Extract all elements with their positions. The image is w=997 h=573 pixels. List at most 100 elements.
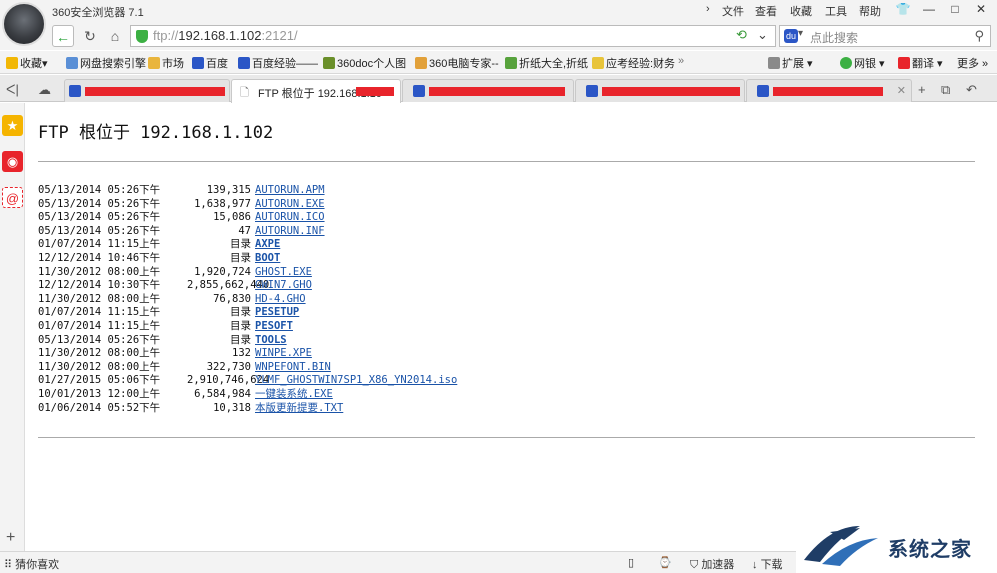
list-item: 01/06/2014 05:52下午 10,318 本版更新提要.TXT [38,402,457,416]
page-content: FTP 根位于 192.168.1.102 05/13/2014 05:26下午… [26,103,997,551]
more-button[interactable]: 更多 » [957,55,988,71]
skin-shirt-icon[interactable]: 👕 [890,0,916,18]
search-engine-dropdown-icon[interactable]: ▾ [798,28,803,39]
bookmark-netdisk-search[interactable]: 网盘搜索引擎 [66,55,146,71]
list-item: 11/30/2012 08:00上午 132 WINPE.XPE [38,347,457,361]
folder-link[interactable]: PESETUP [255,306,299,320]
search-box[interactable]: du ▾ 点此搜索 ⚲ [779,25,991,47]
tab-1[interactable] [64,79,230,102]
search-icon[interactable]: ⚲ [974,28,984,44]
folder-link[interactable]: TOOLS [255,334,287,348]
close-icon[interactable]: ✕ [968,0,994,18]
translate-button[interactable]: 翻译 ▾ [898,55,943,71]
bookmark-market[interactable]: 市场 [148,55,184,71]
list-item: 01/07/2014 11:15上午 目录 AXPE [38,238,457,252]
bookmark-baidu-jingyan[interactable]: 百度经验—— [238,55,318,71]
menu-help[interactable]: 帮助 [859,3,881,19]
bookmarks-overflow-icon[interactable]: » [678,55,684,67]
clock-icon[interactable]: ⌚ [658,556,672,569]
bookmark-baidu[interactable]: 百度 [192,55,228,71]
baidu-paw-icon[interactable]: du [784,29,798,43]
tab-4[interactable] [575,79,745,102]
undo-close-icon[interactable]: ↶ [966,82,977,98]
menu-tools[interactable]: 工具 [825,3,847,19]
online-banking-button[interactable]: 网银 ▾ [840,55,885,71]
refresh-icon[interactable]: ↻ [79,25,101,47]
file-link[interactable]: WINPE.XPE [255,347,312,361]
email-at-icon[interactable]: @ [2,187,23,208]
list-item: 01/07/2014 11:15上午 目录 PESOFT [38,320,457,334]
folder-link[interactable]: PESOFT [255,320,293,334]
file-link[interactable]: AUTORUN.APM [255,184,325,198]
tab-5[interactable]: ✕ [746,79,912,102]
menu-file[interactable]: 文件 [722,3,744,19]
sidebar-add-icon[interactable]: + [6,529,15,547]
url-port: :2121/ [261,28,298,43]
tab-ftp-active[interactable]: 🗋 FTP 根位于 192.168.1.10 [231,79,401,103]
puzzle-icon [768,57,780,69]
grid-icon [505,57,517,69]
bookmark-360doc[interactable]: 360doc个人图 [323,55,406,71]
url-text[interactable]: ftp://192.168.1.102:2121/ [153,28,298,43]
search-input[interactable]: 点此搜索 [810,29,858,46]
extensions-button[interactable]: 扩展 ▾ [768,55,813,71]
file-link[interactable]: AUTORUN.EXE [255,198,325,212]
home-icon[interactable]: ⌂ [104,25,126,47]
entry-dir-label: 目录 [230,333,251,346]
folder-link[interactable]: BOOT [255,252,280,266]
chevron-down-icon[interactable]: ⌄ [757,27,768,43]
divider [38,161,975,162]
folder-icon [148,57,160,69]
list-item: 01/07/2014 11:15上午 目录 PESETUP [38,306,457,320]
bookmark-favorites[interactable]: 收藏▾ [6,55,48,71]
download-button[interactable]: ↓ 下载 [752,556,783,572]
minimize-icon[interactable]: — [916,0,942,18]
file-link[interactable]: AUTORUN.ICO [255,211,325,225]
new-tab-icon[interactable]: + [918,82,926,97]
close-tab-icon[interactable]: ✕ [897,84,906,97]
translate-icon [898,57,910,69]
file-link[interactable]: WNPEFONT.BIN [255,361,331,375]
favorites-star-icon[interactable]: ★ [2,115,23,136]
weibo-icon[interactable]: ◉ [2,151,23,172]
bookmark-origami[interactable]: 折纸大全,折纸 [505,55,588,71]
list-item: 10/01/2013 12:00上午 6,584,984 一键装系统.EXE [38,388,457,402]
file-link[interactable]: AUTORUN.INF [255,225,325,239]
mobile-icon[interactable]: ▯ [628,556,634,569]
file-link[interactable]: YLMF_GHOSTWIN7SP1_X86_YN2014.iso [255,374,457,388]
entry-date: 11/30/2012 08:00上午 [38,292,161,305]
file-link[interactable]: 一键装系统.EXE [255,388,333,402]
file-link[interactable]: GWIN7.GHO [255,279,312,293]
menu-favorites[interactable]: 收藏 [790,3,812,19]
entry-dir-label: 目录 [230,238,251,251]
compat-mode-icon[interactable]: ⟲ [736,27,747,43]
app-title: 360安全浏览器 7.1 [52,7,144,19]
file-link[interactable]: HD-4.GHO [255,293,306,307]
watermark-text: 系统之家 [888,539,972,561]
bookmark-exam-finance[interactable]: 应考经验:财务 [592,55,675,71]
user-avatar[interactable] [2,2,46,46]
address-bar[interactable]: ftp://192.168.1.102:2121/ ⟲ ⌄ [130,25,776,47]
status-recommend[interactable]: ⠿ 猜你喜欢 [4,556,59,572]
tab-list-icon[interactable]: ⧉ [941,82,950,98]
menu-chevron-icon[interactable]: › [706,3,710,15]
entry-date: 05/13/2014 05:26下午 [38,211,161,224]
sidebar: ★ ◉ @ + [0,103,25,551]
folder-link[interactable]: AXPE [255,238,280,252]
accelerator-button[interactable]: ⛉ 加速器 [690,556,734,572]
title-bar: 360安全浏览器 7.1 › 文件 查看 收藏 工具 帮助 👕 — □ ✕ [0,0,997,22]
cloud-icon[interactable]: ☁ [38,82,51,98]
entry-size: 76,830 [213,292,251,305]
file-link[interactable]: GHOST.EXE [255,266,312,280]
entry-date: 12/12/2014 10:30下午 [38,279,161,292]
maximize-icon[interactable]: □ [942,0,968,18]
entry-date: 05/13/2014 05:26下午 [38,333,161,346]
baidu-paw-icon [238,57,250,69]
tab-3[interactable] [402,79,574,102]
menu-view[interactable]: 查看 [755,3,777,19]
entry-date: 11/30/2012 08:00上午 [38,347,161,360]
file-link[interactable]: 本版更新提要.TXT [255,402,343,416]
bookmark-360-expert[interactable]: 360电脑专家-- [415,55,499,71]
tab-scroll-left-icon[interactable]: ᐸ| [6,82,19,98]
back-button[interactable]: ← [52,25,74,47]
